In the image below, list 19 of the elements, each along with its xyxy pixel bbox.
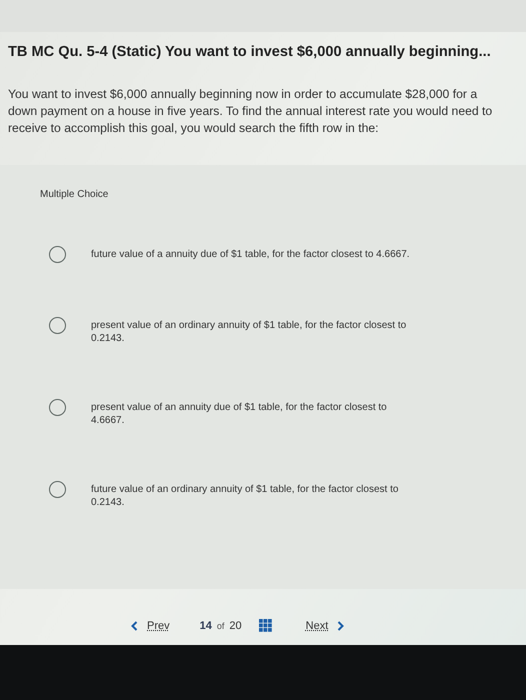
chevron-right-icon [337, 620, 344, 630]
total-pages: 20 [229, 620, 242, 632]
question-title: TB MC Qu. 5-4 (Static) You want to invest $6,000 annually beginning... [7, 43, 492, 60]
radio-button[interactable] [49, 317, 66, 334]
option-text: present value of an annuity due of $1 table, for the factor closest to 4.6667. [91, 401, 388, 427]
radio-button[interactable] [49, 481, 66, 498]
radio-button[interactable] [49, 399, 66, 416]
question-text: You want to invest $6,000 annually beginning now in order to accumulate $28,000 for a down payment on a house in five years. To find the annual interest rate you would need to receive to accomplish this goal, you would search the fifth row in the: [7, 86, 494, 137]
option-text: future value of an ordinary annuity of $1 table, for the factor closest to 0.2143. [91, 483, 400, 509]
next-link[interactable]: Next [306, 620, 344, 632]
prev-link[interactable]: Prev [131, 620, 170, 632]
chevron-left-icon [131, 620, 138, 630]
grid-icon[interactable] [258, 619, 272, 632]
option-text: future value of a annuity due of $1 table, for the factor closest to 4.6667. [91, 248, 411, 261]
page-separator: of [216, 620, 224, 630]
section-label: Multiple Choice [40, 189, 110, 200]
radio-button[interactable] [49, 246, 66, 263]
current-page: 14 [200, 620, 212, 632]
option-text: present value of an ordinary annuity of $1 table, for the factor closest to 0.2143. [91, 319, 408, 345]
